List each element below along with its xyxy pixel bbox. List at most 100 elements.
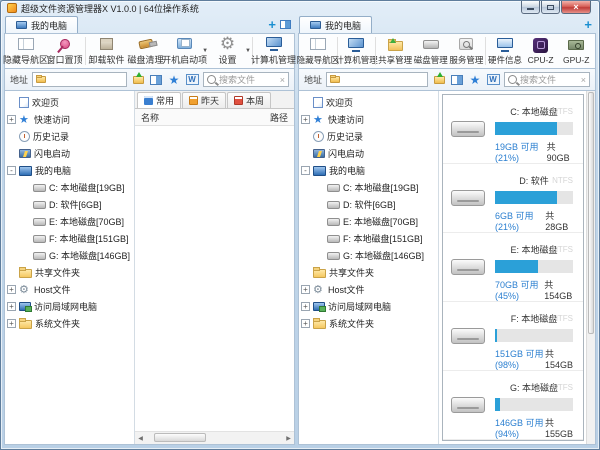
expand-icon[interactable]: + <box>301 285 310 294</box>
drive-card[interactable]: E: 本地磁盘NTFS70GB 可用(45%)共 154GB <box>443 233 583 302</box>
tree-item-quick-access[interactable]: +快速访问 <box>299 111 438 128</box>
tree-item-drive-c[interactable]: C: 本地磁盘[19GB] <box>5 179 134 196</box>
tree-item-history[interactable]: 历史记录 <box>299 128 438 145</box>
search-input[interactable]: 搜索文件 × <box>203 72 289 87</box>
tab-common[interactable]: 常用 <box>137 92 181 108</box>
window-on-top-button[interactable]: 窗口置顶 <box>45 34 84 68</box>
expand-icon[interactable]: + <box>301 319 310 328</box>
app-icon <box>7 3 17 13</box>
expand-icon[interactable]: + <box>7 115 16 124</box>
calendar-icon <box>234 96 243 105</box>
tree-item-welcome[interactable]: 欢迎页 <box>299 94 438 111</box>
drive-usage-bar <box>495 329 573 342</box>
tree-item-drive-e[interactable]: E: 本地磁盘[70GB] <box>299 213 438 230</box>
w-tool-icon[interactable] <box>486 73 500 87</box>
search-icon <box>207 75 216 84</box>
up-level-button[interactable] <box>131 73 145 87</box>
toggle-pane-icon[interactable] <box>280 20 291 29</box>
hide-nav-button[interactable]: 隐藏导航区 <box>300 34 336 68</box>
tree-item-drive-g[interactable]: G: 本地磁盘[146GB] <box>299 247 438 264</box>
expand-icon[interactable]: + <box>7 319 16 328</box>
tree-item-drive-e[interactable]: E: 本地磁盘[70GB] <box>5 213 134 230</box>
minimize-button[interactable] <box>521 1 540 14</box>
gpu-z-button[interactable]: GPU-Z <box>558 34 594 68</box>
split-view-button[interactable] <box>149 73 163 87</box>
tree-item-shared-folder[interactable]: 共享文件夹 <box>5 264 134 281</box>
scrollbar-thumb[interactable] <box>154 433 206 442</box>
expand-icon[interactable]: + <box>7 302 16 311</box>
scrollbar-thumb[interactable] <box>588 92 594 334</box>
tree-item-system-folder[interactable]: +系统文件夹 <box>5 315 134 332</box>
tree-item-drive-c[interactable]: C: 本地磁盘[19GB] <box>299 179 438 196</box>
list-icon <box>144 96 153 105</box>
favorites-icon[interactable]: ★ <box>167 73 181 87</box>
tree-item-history[interactable]: 历史记录 <box>5 128 134 145</box>
tab-my-computer-left[interactable]: 我的电脑 <box>5 16 78 33</box>
startup-items-button[interactable]: 开机启动项 <box>165 34 204 68</box>
computer-management-button[interactable]: 计算机管理 <box>254 34 293 68</box>
scroll-right-arrow[interactable]: ▶ <box>283 435 294 442</box>
cpu-z-button[interactable]: CPU-Z <box>523 34 559 68</box>
service-management-button[interactable]: 服务管理 <box>449 34 485 68</box>
tree-item-drive-f[interactable]: F: 本地磁盘[151GB] <box>299 230 438 247</box>
expand-icon[interactable]: + <box>7 285 16 294</box>
tree-item-my-computer[interactable]: -我的电脑 <box>299 162 438 179</box>
tree-item-drive-d[interactable]: D: 软件[6GB] <box>5 196 134 213</box>
tab-my-computer-right[interactable]: 我的电脑 <box>299 16 372 33</box>
tree-item-drive-d[interactable]: D: 软件[6GB] <box>299 196 438 213</box>
tab-yesterday[interactable]: 昨天 <box>182 92 226 108</box>
drive-card[interactable]: G: 本地磁盘NTFS146GB 可用(94%)共 155GB <box>443 371 583 440</box>
scroll-left-arrow[interactable]: ◀ <box>135 435 146 442</box>
vertical-scrollbar <box>586 91 595 444</box>
add-tab-button[interactable]: + <box>584 19 592 30</box>
hardware-info-button[interactable]: 硬件信息 <box>487 34 523 68</box>
search-input[interactable]: 搜索文件 × <box>504 72 590 87</box>
drive-card[interactable]: C: 本地磁盘NTFS19GB 可用(21%)共 90GB <box>443 95 583 164</box>
host-icon <box>313 284 325 296</box>
tab-this-week[interactable]: 本周 <box>227 92 271 108</box>
expand-icon[interactable]: + <box>301 115 310 124</box>
disk-management-button[interactable]: 磁盘管理 <box>413 34 449 68</box>
add-tab-button[interactable]: + <box>268 19 276 30</box>
close-button[interactable]: × <box>561 1 591 14</box>
address-input[interactable] <box>32 72 127 87</box>
tree-item-label: Host文件 <box>34 283 71 296</box>
uninstall-software-button[interactable]: 卸载软件 <box>87 34 126 68</box>
drive-card[interactable]: D: 软件NTFS6GB 可用(21%)共 28GB <box>443 164 583 233</box>
tree-item-shared-folder[interactable]: 共享文件夹 <box>299 264 438 281</box>
w-tool-icon[interactable] <box>185 73 199 87</box>
tree-item-lan-computers[interactable]: +访问局域网电脑 <box>5 298 134 315</box>
tree-item-drive-f[interactable]: F: 本地磁盘[151GB] <box>5 230 134 247</box>
tree-item-welcome[interactable]: 欢迎页 <box>5 94 134 111</box>
maximize-button[interactable] <box>541 1 560 14</box>
tree-item-flash-start[interactable]: 闪电启动 <box>5 145 134 162</box>
tree-item-drive-g[interactable]: G: 本地磁盘[146GB] <box>5 247 134 264</box>
tree-item-my-computer[interactable]: -我的电脑 <box>5 162 134 179</box>
tree-item-host-file[interactable]: + Host文件 <box>5 281 134 298</box>
collapse-icon[interactable]: - <box>7 166 16 175</box>
hide-nav-button[interactable]: 隐藏导航区 <box>6 34 45 68</box>
drive-icon <box>451 328 485 344</box>
tree-item-flash-start[interactable]: 闪电启动 <box>299 145 438 162</box>
settings-button[interactable]: ⚙ 设置 <box>208 34 247 68</box>
tree-item-system-folder[interactable]: +系统文件夹 <box>299 315 438 332</box>
collapse-icon[interactable]: - <box>301 166 310 175</box>
lan-icon <box>313 302 325 311</box>
computer-management-button[interactable]: 计算机管理 <box>339 34 375 68</box>
clear-search-icon[interactable]: × <box>581 75 586 85</box>
tree-item-host-file[interactable]: +Host文件 <box>299 281 438 298</box>
tree-item-lan-computers[interactable]: +访问局域网电脑 <box>299 298 438 315</box>
clear-search-icon[interactable]: × <box>280 75 285 85</box>
drive-card[interactable]: F: 本地磁盘NTFS151GB 可用(98%)共 154GB <box>443 302 583 371</box>
share-management-button[interactable]: 共享管理 <box>377 34 413 68</box>
favorites-icon[interactable]: ★ <box>468 73 482 87</box>
tree-item-quick-access[interactable]: +快速访问 <box>5 111 134 128</box>
disk-cleanup-button[interactable]: 磁盘清理 <box>126 34 165 68</box>
drive-icon <box>327 184 340 192</box>
column-path[interactable]: 路径 <box>270 111 288 124</box>
address-input[interactable] <box>326 72 428 87</box>
column-name[interactable]: 名称 <box>141 111 159 124</box>
expand-icon[interactable]: + <box>301 302 310 311</box>
up-level-button[interactable] <box>432 73 446 87</box>
split-view-button[interactable] <box>450 73 464 87</box>
